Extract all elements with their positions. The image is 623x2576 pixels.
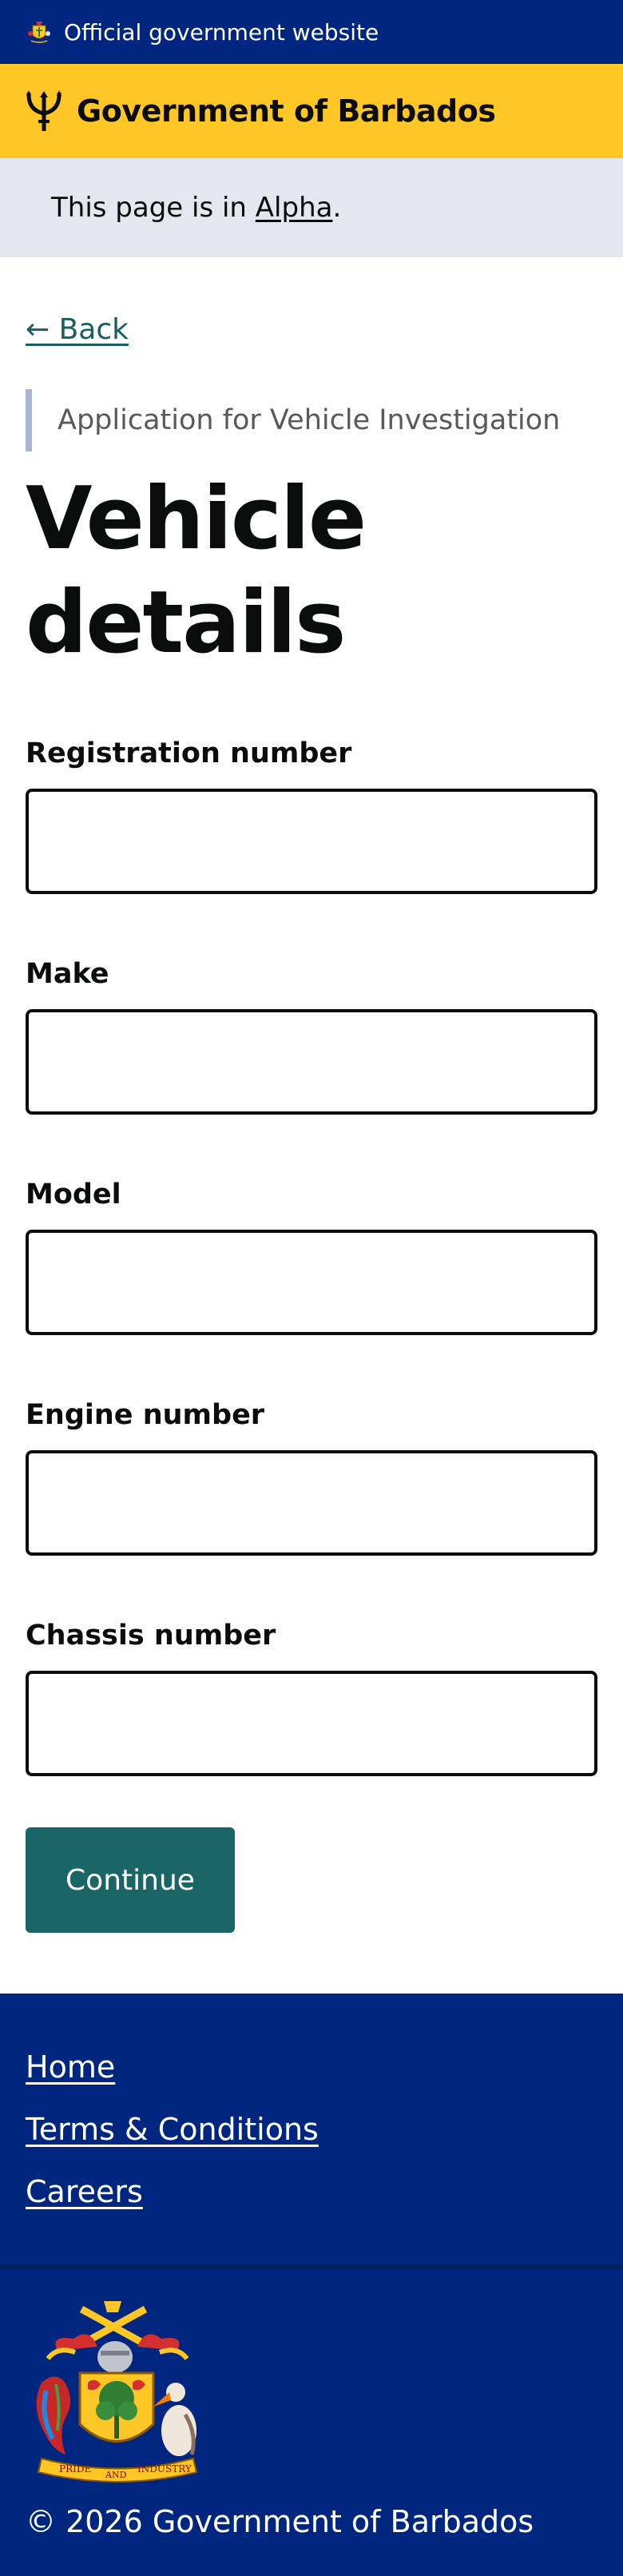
chassis-number-group: Chassis number: [26, 1620, 597, 1776]
engine-number-label: Engine number: [26, 1399, 265, 1431]
registration-number-input[interactable]: [26, 789, 597, 894]
footer-link-terms[interactable]: Terms & Conditions: [26, 2112, 597, 2147]
footer-bottom: PRIDE AND INDUSTRY © 2026 Government of …: [0, 2269, 623, 2539]
crest-motto-right: INDUSTRY: [137, 2463, 192, 2475]
registration-number-group: Registration number: [26, 737, 597, 894]
make-input[interactable]: [26, 1009, 597, 1115]
crest-motto-left: PRIDE: [59, 2463, 91, 2475]
main-content: ← Back Application for Vehicle Investiga…: [0, 257, 623, 1933]
page-title-line2: details: [26, 573, 346, 673]
engine-number-group: Engine number: [26, 1399, 597, 1556]
crest-motto-mid: AND: [105, 2470, 127, 2480]
official-banner: Official government website: [0, 0, 623, 64]
barbados-crest-icon: [26, 18, 53, 46]
engine-number-input[interactable]: [26, 1450, 597, 1556]
registration-number-label: Registration number: [26, 737, 352, 769]
model-group: Model: [26, 1179, 597, 1335]
page-title: Vehicle details: [26, 467, 597, 675]
chassis-number-label: Chassis number: [26, 1620, 276, 1652]
footer-nav: Home Terms & Conditions Careers: [0, 1994, 623, 2269]
copyright-text: © 2026 Government of Barbados: [26, 2504, 534, 2539]
vehicle-details-form: Registration number Make Model Engine nu…: [26, 737, 597, 1933]
phase-banner-prefix: This page is in: [51, 192, 256, 224]
phase-banner-suffix: .: [332, 192, 342, 224]
model-input[interactable]: [26, 1230, 597, 1335]
model-label: Model: [26, 1179, 121, 1210]
phase-alpha-link[interactable]: Alpha: [256, 192, 333, 224]
trident-icon: [26, 89, 64, 133]
page-title-line1: Vehicle: [26, 469, 367, 569]
site-footer: Home Terms & Conditions Careers PRIDE AN…: [0, 1994, 623, 2576]
official-banner-text: Official government website: [64, 18, 379, 46]
continue-button[interactable]: Continue: [26, 1827, 235, 1933]
footer-link-careers[interactable]: Careers: [26, 2174, 597, 2209]
footer-link-home[interactable]: Home: [26, 2049, 597, 2085]
chassis-number-input[interactable]: [26, 1671, 597, 1776]
make-label: Make: [26, 958, 109, 990]
site-header: Government of Barbados: [0, 64, 623, 158]
phase-banner: This page is in Alpha.: [0, 158, 623, 257]
page-caption: Application for Vehicle Investigation: [26, 389, 597, 451]
make-group: Make: [26, 958, 597, 1115]
site-title[interactable]: Government of Barbados: [77, 93, 496, 129]
coat-of-arms-icon: PRIDE AND INDUSTRY: [36, 2301, 198, 2483]
back-link[interactable]: ← Back: [26, 313, 129, 346]
